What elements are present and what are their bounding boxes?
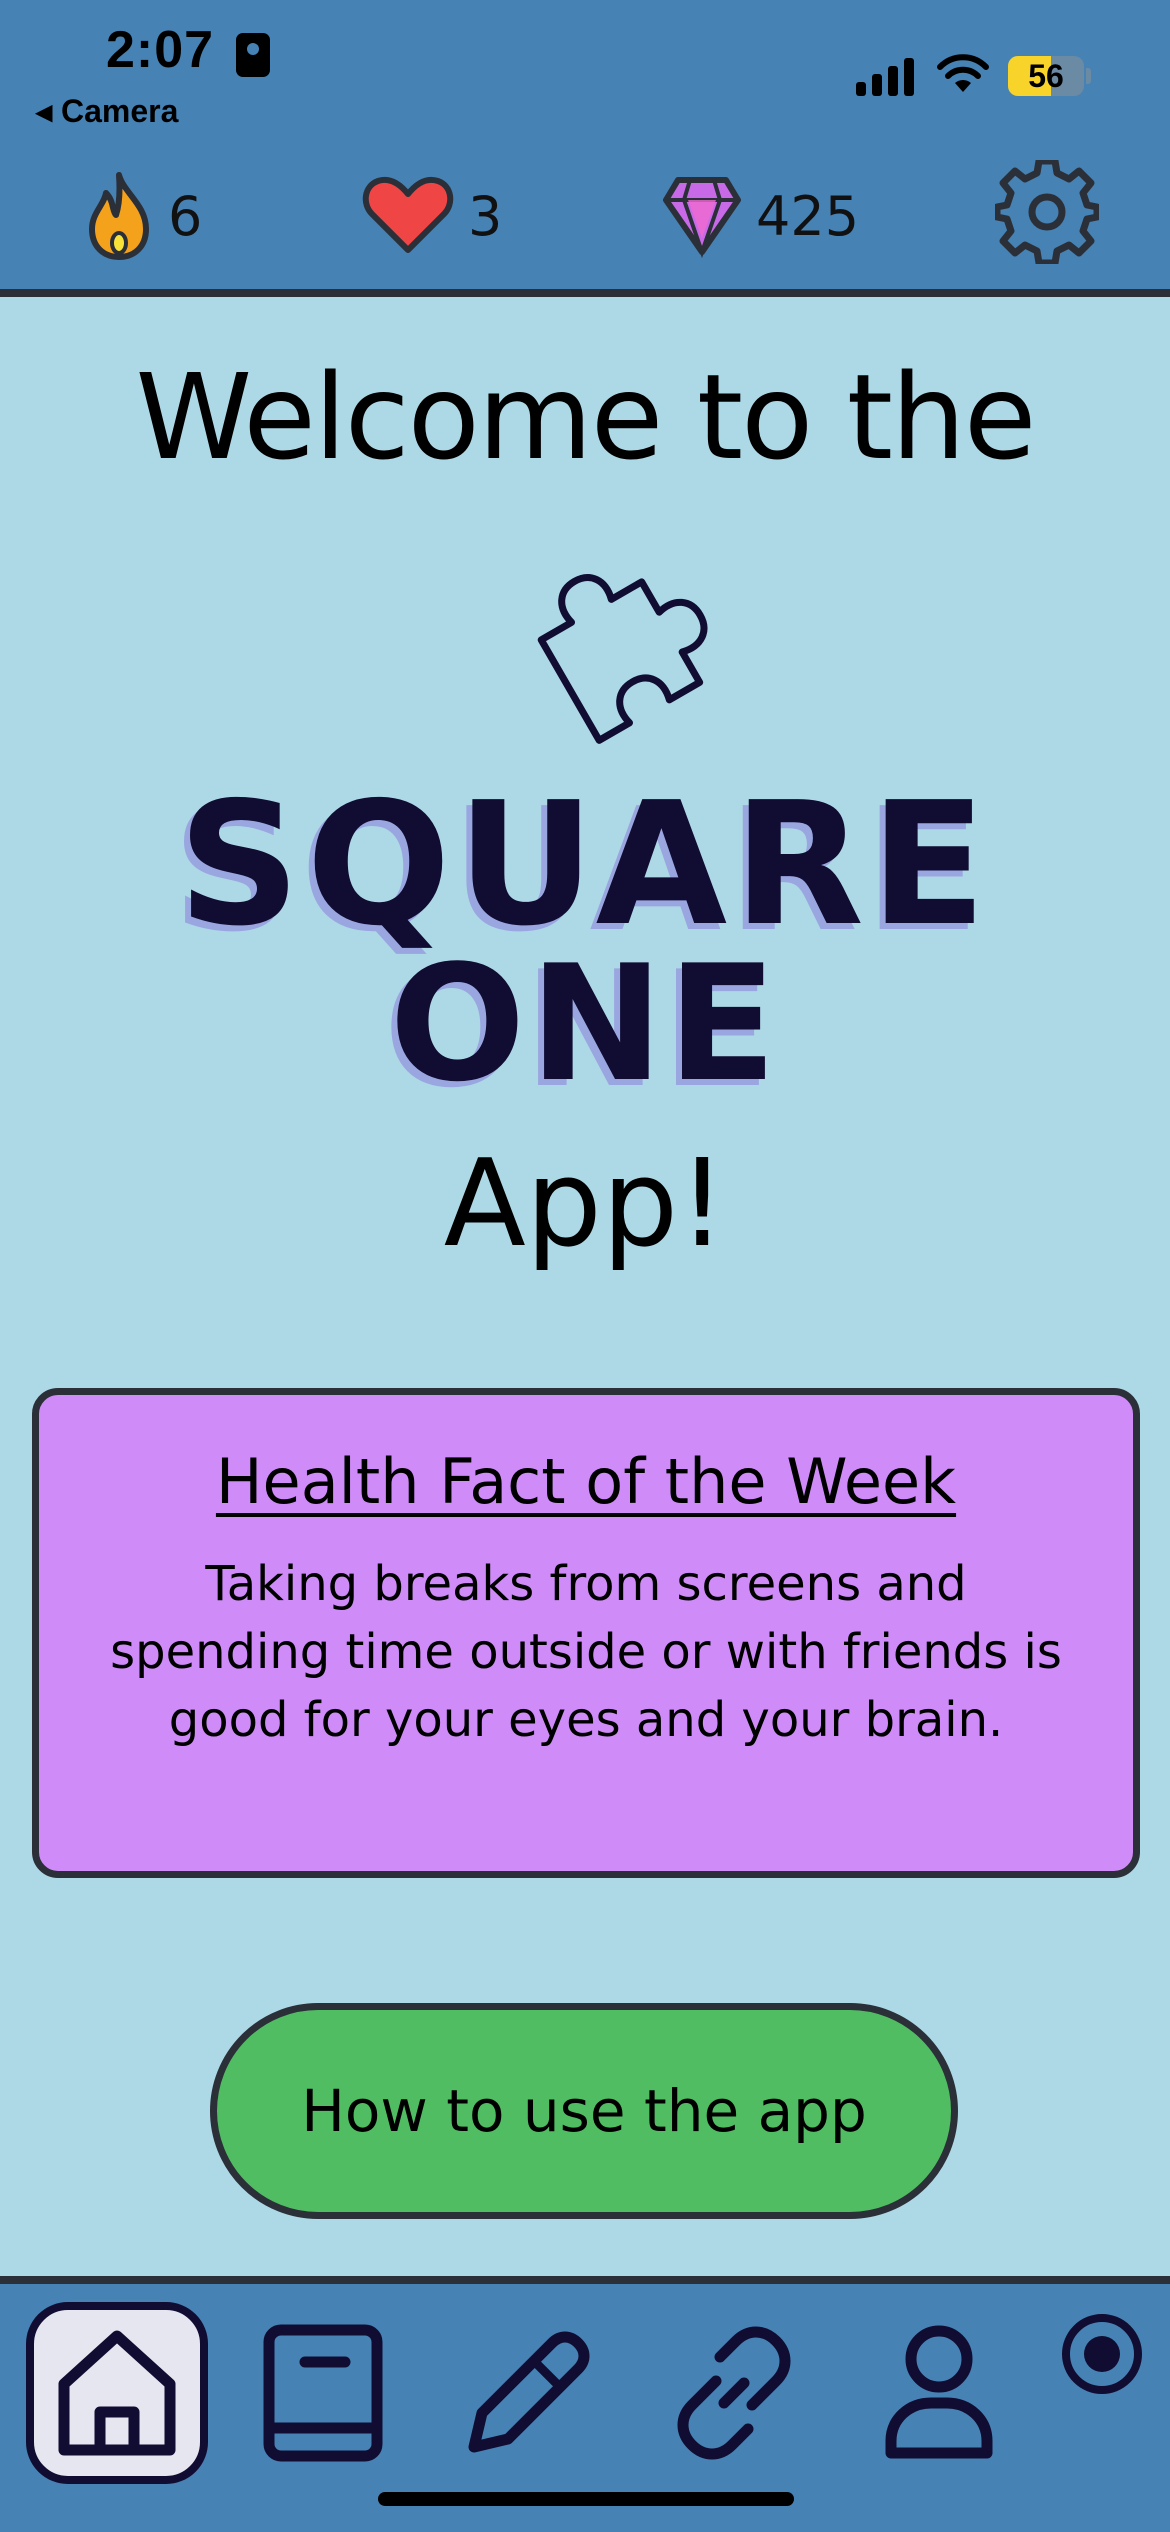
lives-count: 3 xyxy=(468,184,503,248)
book-icon xyxy=(263,2324,383,2462)
flame-icon xyxy=(89,172,149,260)
pencil-icon xyxy=(468,2331,590,2453)
gems-stat: 425 xyxy=(662,166,859,266)
home-icon xyxy=(58,2330,176,2456)
square-one-logo: SQUARE ONE xyxy=(0,780,1170,1104)
tab-profile[interactable] xyxy=(848,2302,1030,2484)
tab-book[interactable] xyxy=(232,2302,414,2484)
gem-icon xyxy=(663,177,741,258)
tab-pencil[interactable] xyxy=(437,2302,619,2484)
health-fact-body: Taking breaks from screens and spending … xyxy=(110,1556,1062,1748)
battery-percent: 56 xyxy=(1028,58,1064,94)
gems-count: 425 xyxy=(756,184,860,248)
heart-icon xyxy=(362,176,454,253)
how-to-use-button[interactable]: How to use the app xyxy=(210,2003,958,2219)
logo-line-one: ONE xyxy=(389,930,781,1117)
welcome-heading: Welcome to the xyxy=(135,348,1037,486)
streak-count: 6 xyxy=(168,184,203,248)
streak-stat: 6 xyxy=(84,166,202,266)
health-fact-card: Health Fact of the Week Taking breaks fr… xyxy=(32,1388,1140,1878)
puzzle-piece-icon xyxy=(537,574,708,744)
cellular-signal-icon xyxy=(856,58,914,96)
home-indicator[interactable] xyxy=(378,2492,794,2506)
wifi-icon xyxy=(937,54,989,92)
app-heading: App! xyxy=(443,1135,727,1274)
gear-icon[interactable] xyxy=(995,160,1099,264)
id-badge-icon xyxy=(236,33,270,77)
battery-nub xyxy=(1086,68,1091,84)
battery-indicator: 56 xyxy=(1008,56,1084,96)
profile-icon xyxy=(885,2325,993,2459)
back-to-camera-link[interactable]: ◂ Camera xyxy=(36,92,178,130)
lives-stat: 3 xyxy=(362,166,502,266)
link-icon xyxy=(677,2326,791,2460)
status-time: 2:07 xyxy=(106,21,215,79)
record-icon[interactable] xyxy=(1058,2310,1146,2398)
tab-home[interactable] xyxy=(26,2302,208,2484)
health-fact-title: Health Fact of the Week xyxy=(215,1445,957,1518)
tab-link[interactable] xyxy=(643,2302,825,2484)
logo-line-square: SQUARE xyxy=(177,766,993,964)
